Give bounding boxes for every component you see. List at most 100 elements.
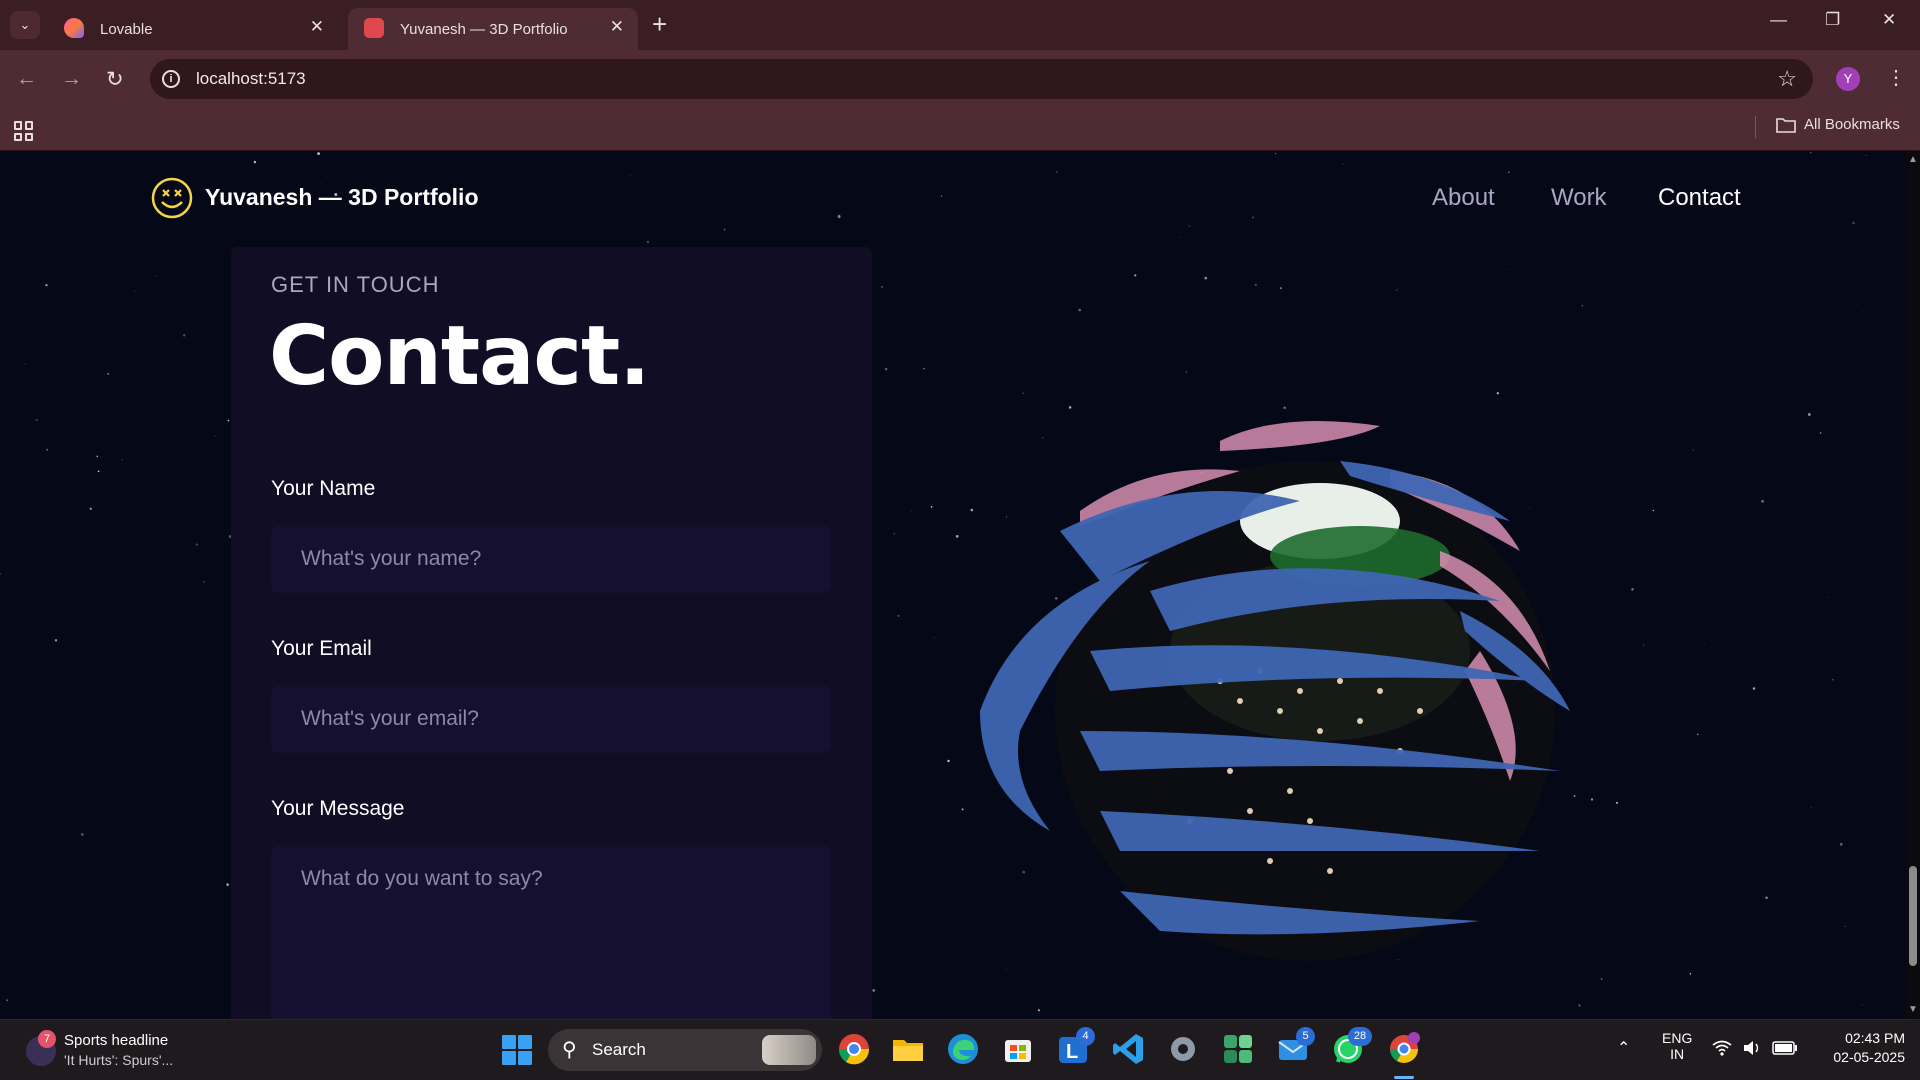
vscode-icon[interactable] xyxy=(1110,1031,1146,1067)
star xyxy=(80,833,84,836)
volume-icon[interactable] xyxy=(1742,1039,1762,1057)
address-bar[interactable]: i localhost:5173 ☆ xyxy=(150,59,1813,99)
scroll-up-arrow-icon[interactable]: ▲ xyxy=(1908,154,1918,165)
star xyxy=(25,363,27,365)
show-hidden-icons-icon[interactable]: ⌃ xyxy=(1617,1038,1630,1058)
language-top: ENG xyxy=(1662,1030,1693,1046)
back-icon[interactable]: ← xyxy=(16,67,37,91)
store-icon[interactable] xyxy=(1000,1031,1036,1067)
star xyxy=(226,883,229,886)
nav-work[interactable]: Work xyxy=(1551,184,1607,212)
edge-icon[interactable] xyxy=(945,1031,981,1067)
apps-grid-icon[interactable] xyxy=(14,121,34,141)
name-input[interactable]: What's your name? xyxy=(271,525,831,593)
site-info-icon[interactable]: i xyxy=(162,70,180,88)
nav-contact[interactable]: Contact xyxy=(1658,184,1741,212)
star xyxy=(35,418,38,421)
folder-icon xyxy=(1776,117,1796,133)
file-explorer-icon[interactable] xyxy=(890,1031,926,1067)
address-text[interactable]: localhost:5173 xyxy=(196,69,306,89)
tab-title: Yuvanesh — 3D Portfolio xyxy=(400,20,568,38)
star xyxy=(1689,973,1692,975)
settings-icon[interactable] xyxy=(1165,1031,1201,1067)
taskbar-search-box[interactable]: ⚲ Search xyxy=(548,1029,822,1071)
star xyxy=(1752,687,1756,690)
restore-icon[interactable]: ❐ xyxy=(1825,10,1840,30)
minimize-icon[interactable]: — xyxy=(1770,10,1787,30)
message-textarea[interactable]: What do you want to say? xyxy=(271,845,831,1019)
star xyxy=(97,470,100,473)
star xyxy=(146,915,148,917)
tab-portfolio[interactable]: Yuvanesh — 3D Portfolio ✕ xyxy=(348,8,638,50)
site-title[interactable]: Yuvanesh — 3D Portfolio xyxy=(205,184,479,211)
star xyxy=(1844,925,1846,928)
star xyxy=(1861,1004,1863,1006)
star xyxy=(910,510,912,512)
scroll-thumb[interactable] xyxy=(1909,866,1917,966)
star xyxy=(227,419,230,422)
tab-title: Lovable xyxy=(100,20,153,38)
star xyxy=(1703,644,1705,645)
forward-icon[interactable]: → xyxy=(61,67,82,91)
star xyxy=(1696,733,1699,736)
star xyxy=(6,999,9,1002)
star xyxy=(1692,449,1694,451)
star xyxy=(1810,806,1812,808)
bookmark-star-icon[interactable]: ☆ xyxy=(1777,66,1797,92)
system-clock[interactable]: 02:43 PM 02-05-2025 xyxy=(1815,1030,1905,1065)
star xyxy=(897,614,900,618)
star xyxy=(45,283,48,287)
news-title: Sports headline xyxy=(64,1032,169,1049)
star xyxy=(884,367,888,371)
chrome-profile-icon[interactable] xyxy=(1386,1031,1422,1067)
star xyxy=(1839,842,1843,846)
star xyxy=(0,573,2,575)
star xyxy=(46,448,49,451)
reload-icon[interactable]: ↻ xyxy=(106,67,124,92)
star xyxy=(1857,304,1859,306)
news-subtitle: 'It Hurts': Spurs'... xyxy=(64,1052,174,1068)
active-app-indicator xyxy=(1394,1076,1414,1079)
menu-icon[interactable]: ⋮ xyxy=(1886,65,1906,90)
star xyxy=(96,455,98,458)
windows-start-icon[interactable] xyxy=(502,1035,532,1065)
page-viewport[interactable]: Yuvanesh — 3D Portfolio About Work Conta… xyxy=(0,151,1906,1019)
star xyxy=(1761,500,1764,503)
close-tab-icon[interactable]: ✕ xyxy=(610,17,624,37)
close-tab-icon[interactable]: ✕ xyxy=(310,17,324,37)
star xyxy=(121,459,123,461)
star xyxy=(881,286,883,288)
tab-lovable[interactable]: Lovable ✕ xyxy=(48,8,338,50)
wifi-icon[interactable] xyxy=(1712,1040,1732,1056)
star xyxy=(1506,269,1508,271)
star xyxy=(1254,283,1257,286)
star xyxy=(133,290,135,292)
clock-date: 02-05-2025 xyxy=(1833,1049,1905,1065)
section-heading: Contact. xyxy=(269,309,650,404)
earth-3d-canvas[interactable] xyxy=(920,351,1660,1019)
photos-icon[interactable] xyxy=(1220,1031,1256,1067)
language-indicator[interactable]: ENG IN xyxy=(1662,1030,1692,1062)
page-scrollbar[interactable]: ▲ ▼ xyxy=(1906,151,1920,1019)
star xyxy=(107,373,110,375)
message-label: Your Message xyxy=(271,797,405,820)
star xyxy=(182,334,186,337)
all-bookmarks-button[interactable]: All Bookmarks xyxy=(1776,116,1900,133)
battery-icon[interactable] xyxy=(1772,1041,1798,1055)
tab-search-button[interactable]: ⌄ xyxy=(10,11,40,39)
email-input[interactable]: What's your email? xyxy=(271,685,831,753)
chrome-icon[interactable] xyxy=(836,1031,872,1067)
star xyxy=(203,581,205,583)
star xyxy=(1765,896,1768,899)
profile-avatar[interactable]: Y xyxy=(1836,67,1860,91)
close-window-icon[interactable]: ✕ xyxy=(1882,10,1896,30)
smiley-logo-icon[interactable] xyxy=(151,177,193,219)
new-tab-icon[interactable]: + xyxy=(652,10,667,38)
star xyxy=(1819,432,1822,434)
star xyxy=(214,435,216,437)
scroll-down-arrow-icon[interactable]: ▼ xyxy=(1908,1004,1918,1015)
star xyxy=(54,639,58,642)
clock-time: 02:43 PM xyxy=(1845,1030,1905,1046)
star xyxy=(1204,276,1208,280)
nav-about[interactable]: About xyxy=(1432,184,1495,212)
